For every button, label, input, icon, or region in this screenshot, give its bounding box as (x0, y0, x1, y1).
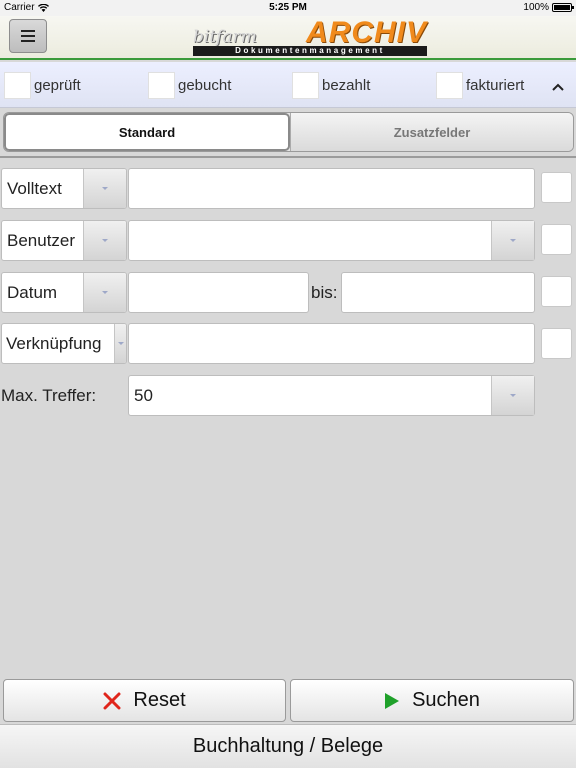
max-treffer-select[interactable]: 50 (128, 375, 535, 416)
volltext-option-checkbox[interactable] (541, 172, 572, 203)
play-icon (385, 692, 400, 709)
menu-button[interactable] (9, 19, 47, 53)
filter-label: bezahlt (322, 77, 371, 94)
dropdown-button[interactable] (491, 376, 534, 415)
close-x-icon (103, 692, 121, 709)
benutzer-select[interactable] (128, 220, 535, 261)
select-label: Verknüpfung (6, 333, 102, 353)
app-logo: bitfarm ARCHIV Dokumentenmanagement (193, 18, 427, 58)
tab-standard[interactable]: Standard (4, 113, 290, 151)
datum-to-input[interactable] (341, 272, 535, 313)
filter-fakturiert[interactable]: fakturiert (436, 72, 524, 99)
filter-bezahlt[interactable]: bezahlt (292, 72, 370, 99)
filter-label: geprüft (34, 77, 81, 94)
battery-percent: 100% (523, 2, 549, 13)
tab-bar: Standard Zusatzfelder (3, 112, 574, 152)
checkbox[interactable] (292, 72, 319, 99)
battery-info: 100% (523, 2, 574, 13)
search-label: Suchen (412, 689, 480, 711)
dropdown-button[interactable] (491, 221, 534, 260)
dropdown-button[interactable] (83, 169, 126, 208)
dropdown-arrow-icon (510, 239, 516, 242)
datum-type-select[interactable]: Datum (1, 272, 127, 313)
datum-option-checkbox[interactable] (541, 276, 572, 307)
datum-from-input[interactable] (128, 272, 309, 313)
select-label: Datum (7, 282, 58, 302)
battery-icon (552, 3, 574, 12)
select-label: Volltext (7, 178, 62, 198)
chevron-up-icon[interactable] (551, 80, 565, 94)
status-bar: Carrier 5:25 PM 100% (0, 0, 576, 16)
reset-button[interactable]: Reset (3, 679, 286, 722)
filter-geprueft[interactable]: geprüft (4, 72, 81, 99)
tab-zusatzfelder[interactable]: Zusatzfelder (290, 113, 573, 151)
footer-bar[interactable]: Buchhaltung / Belege (0, 724, 576, 768)
logo-subtitle: Dokumentenmanagement (193, 46, 427, 56)
select-label: Benutzer (7, 230, 76, 250)
logo-product: ARCHIV (305, 16, 427, 49)
logo-brand: bitfarm (193, 27, 257, 47)
footer-title: Buchhaltung / Belege (192, 735, 384, 757)
divider (0, 156, 576, 158)
dropdown-arrow-icon (102, 187, 108, 190)
dropdown-button[interactable] (83, 273, 126, 312)
checkbox[interactable] (436, 72, 463, 99)
benutzer-type-select[interactable]: Benutzer (1, 220, 127, 261)
filter-label: gebucht (178, 77, 232, 94)
reset-label: Reset (133, 689, 186, 711)
verknuepfung-option-checkbox[interactable] (541, 328, 572, 359)
checkbox[interactable] (4, 72, 31, 99)
verknuepfung-input[interactable] (128, 323, 535, 364)
filter-label: fakturiert (466, 77, 525, 94)
filter-gebucht[interactable]: gebucht (148, 72, 231, 99)
select-value: 50 (134, 386, 153, 405)
benutzer-option-checkbox[interactable] (541, 224, 572, 255)
dropdown-button[interactable] (114, 324, 126, 363)
volltext-input[interactable] (128, 168, 535, 209)
dropdown-arrow-icon (102, 291, 108, 294)
dropdown-arrow-icon (117, 342, 124, 345)
dropdown-button[interactable] (83, 221, 126, 260)
search-button[interactable]: Suchen (290, 679, 574, 722)
checkbox[interactable] (148, 72, 175, 99)
dropdown-arrow-icon (510, 394, 516, 397)
verknuepfung-type-select[interactable]: Verknüpfung (1, 323, 127, 364)
hamburger-icon (21, 30, 35, 32)
status-time: 5:25 PM (269, 2, 307, 13)
dropdown-arrow-icon (102, 239, 108, 242)
max-treffer-label: Max. Treffer: (1, 386, 97, 405)
app-header: bitfarm ARCHIV Dokumentenmanagement (0, 16, 576, 60)
volltext-type-select[interactable]: Volltext (1, 168, 127, 209)
status-filter-bar: geprüft gebucht bezahlt fakturiert (0, 62, 576, 108)
datum-bis-label: bis: (311, 283, 338, 302)
